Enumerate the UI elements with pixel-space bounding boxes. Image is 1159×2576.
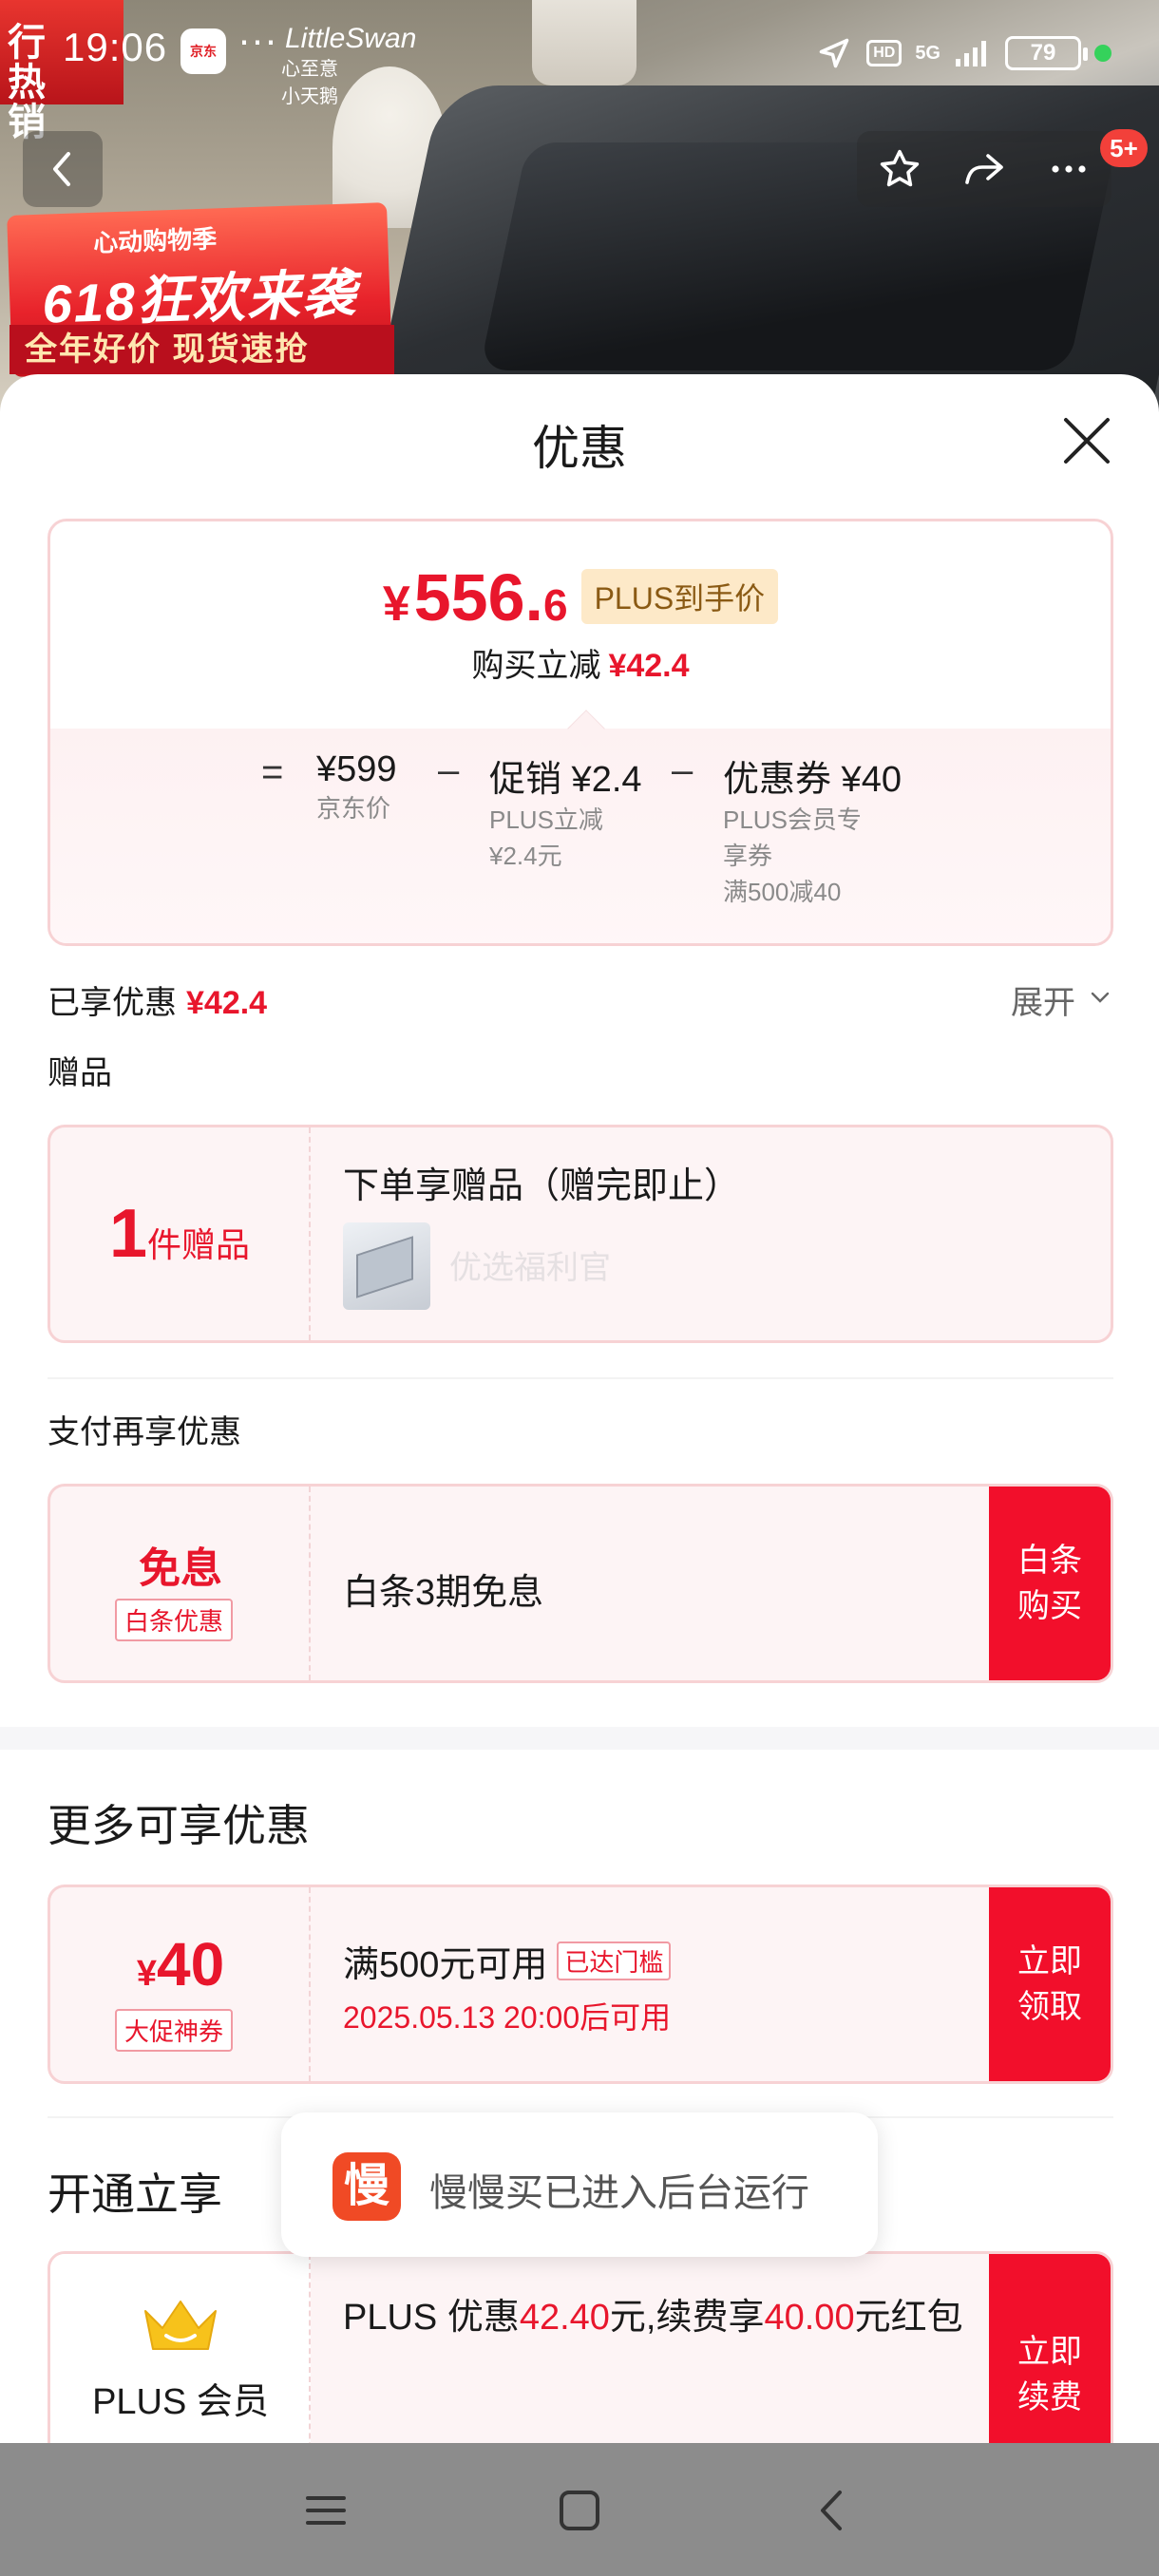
jd-price-label: 京东价 [316,794,391,823]
plus-benefit-text: PLUS 优惠42.40元,续费享40.00元红包 [343,2298,963,2338]
background-toast: 慢 慢慢买已进入后台运行 [281,2112,878,2257]
back-nav-icon[interactable] [809,2487,857,2534]
coupon-sub-3: 满500减40 [723,878,842,906]
price-symbol: ¥ [382,577,410,632]
menu-icon[interactable] [302,2487,350,2534]
divider [48,1377,1113,1379]
status-time: 19:06 [63,25,168,69]
interest-free-label: 免息 [139,1545,222,1592]
coupon-value: ¥40 [136,1930,225,1998]
home-icon[interactable] [556,2487,603,2534]
promo-sub-text: 全年好价 现货速抢 [10,325,394,374]
coupon-sub-2: 享券 [723,842,773,870]
enjoyed-amount: ¥42.4 [186,985,268,1021]
privacy-indicator-dot [1094,45,1112,62]
more-discounts-label: 更多可享优惠 [48,1801,310,1850]
gift-card[interactable]: 1 件赠品 下单享赠品（赠完即止） 优选福利官 [48,1125,1113,1343]
final-price: ¥ 556. 6 PLUS到手价 [50,559,1111,635]
toast-message: 慢慢买已进入后台运行 [429,2172,809,2214]
back-icon [53,152,70,186]
status-more-dots: ··· [238,17,277,62]
cart-count-badge: 5+ [1100,129,1148,167]
coupon-date: 2025.05.13 20:00后可用 [343,2000,672,2035]
coupon-card: ¥40 大促神券 满500元可用 已达门槛 2025.05.13 20:00后可用… [48,1885,1113,2084]
claim-coupon-button[interactable]: 立即 领取 [989,1887,1111,2081]
more-button[interactable] [1040,141,1097,198]
status-bar: 19:06 京东 LittleSwan 心至意小天鹅 ··· HD 5G 79 [0,0,1159,107]
saving-amount: ¥42.4 [608,648,690,684]
jd-price: ¥599 [316,749,397,789]
network-5g-label: 5G [915,42,940,64]
enjoyed-discount: 已享优惠 ¥42.4 [48,976,267,1023]
baitiao-title: 白条3期免息 [343,1573,544,1613]
system-navigation-bar [0,2443,1159,2576]
enjoyed-label: 已享优惠 [48,985,177,1021]
chevron-right-icon [1105,1227,1113,1254]
instant-saving: 购买立减 ¥42.4 [50,639,1111,686]
baitiao-card: 免息 白条优惠 白条3期免息 白条 购买 [48,1484,1113,1683]
jd-app-icon: 京东 [180,28,226,74]
pay-section-label: 支付再享优惠 [48,1414,241,1450]
promo-sub-2: ¥2.4元 [489,842,562,870]
price-decimal: 6 [542,580,568,630]
coupon-sub-1: PLUS会员专 [723,805,862,834]
signal-icon [954,34,992,72]
saving-label: 购买立减 [471,648,601,684]
manmanmai-app-icon: 慢 [332,2152,401,2221]
location-icon [815,34,853,72]
share-button[interactable] [956,141,1013,198]
baitiao-tag: 白条优惠 [115,1599,234,1641]
header-actions [857,131,1112,207]
renew-plus-button[interactable]: 立即 续费 [989,2254,1111,2443]
plus-member-label: PLUS 会员 [92,2382,269,2422]
coupon-amount: 优惠券 ¥40 [723,760,902,800]
coupon-tag: 大促神券 [115,2009,234,2052]
more-icon [1052,165,1086,173]
share-icon [965,154,1003,184]
gift-title: 下单享赠品（赠完即止） [343,1166,741,1206]
crown-icon [144,2301,217,2350]
battery-icon: 79 [1005,36,1088,70]
promo-sub-1: PLUS立减 [489,805,603,834]
minus-sign: – [438,749,460,791]
status-icons: HD 5G 79 [815,27,1112,80]
gift-faded-text: 优选福利官 [449,1250,611,1286]
close-icon [1064,418,1110,464]
price-integer: 556. [413,560,543,635]
baitiao-left: 免息 白条优惠 [50,1487,311,1680]
gift-section-label: 赠品 [48,1055,112,1091]
plus-card: PLUS 会员 PLUS 优惠42.40元,续费享40.00元红包 立即 续费 [48,2251,1113,2443]
chevron-down-icon[interactable] [1087,984,1113,1011]
hd-icon: HD [866,40,902,66]
star-icon [880,149,919,187]
plus-left: PLUS 会员 [50,2254,311,2443]
coupon-column: 优惠券 ¥40 PLUS会员专 享券 满500减40 [723,749,902,910]
promo-column: 促销 ¥2.4 PLUS立减 ¥2.4元 [489,749,642,874]
promo-amount: 促销 ¥2.4 [489,760,642,800]
coupon-condition: 满500元可用 已达门槛 [343,1935,672,1987]
gift-thumbnail [343,1222,430,1310]
jd-price-column: ¥599 京东价 [316,749,397,826]
section-divider [0,1727,1159,1750]
baitiao-buy-button[interactable]: 白条 购买 [989,1487,1111,1680]
favorite-button[interactable] [871,141,928,198]
minus-sign-2: – [672,749,694,791]
sheet-title: 优惠 [532,422,627,475]
threshold-reached-tag: 已达门槛 [557,1941,672,1980]
expand-button[interactable]: 展开 [1011,976,1075,1023]
gift-count-block: 1 件赠品 [50,1127,311,1340]
equals-sign: = [261,751,284,793]
close-button[interactable] [1060,414,1113,467]
price-summary-card: ¥ 556. 6 PLUS到手价 购买立减 ¥42.4 = ¥599 京东价 – … [48,519,1113,946]
gift-count: 1 [108,1196,148,1272]
promo-small-text: 心动购物季 [92,224,218,257]
plus-price-tag: PLUS到手价 [580,569,779,624]
plus-section-label: 开通立享 [48,2169,222,2219]
coupon-left: ¥40 大促神券 [50,1887,311,2081]
back-button[interactable] [23,131,103,207]
gift-unit: 件赠品 [147,1225,251,1264]
